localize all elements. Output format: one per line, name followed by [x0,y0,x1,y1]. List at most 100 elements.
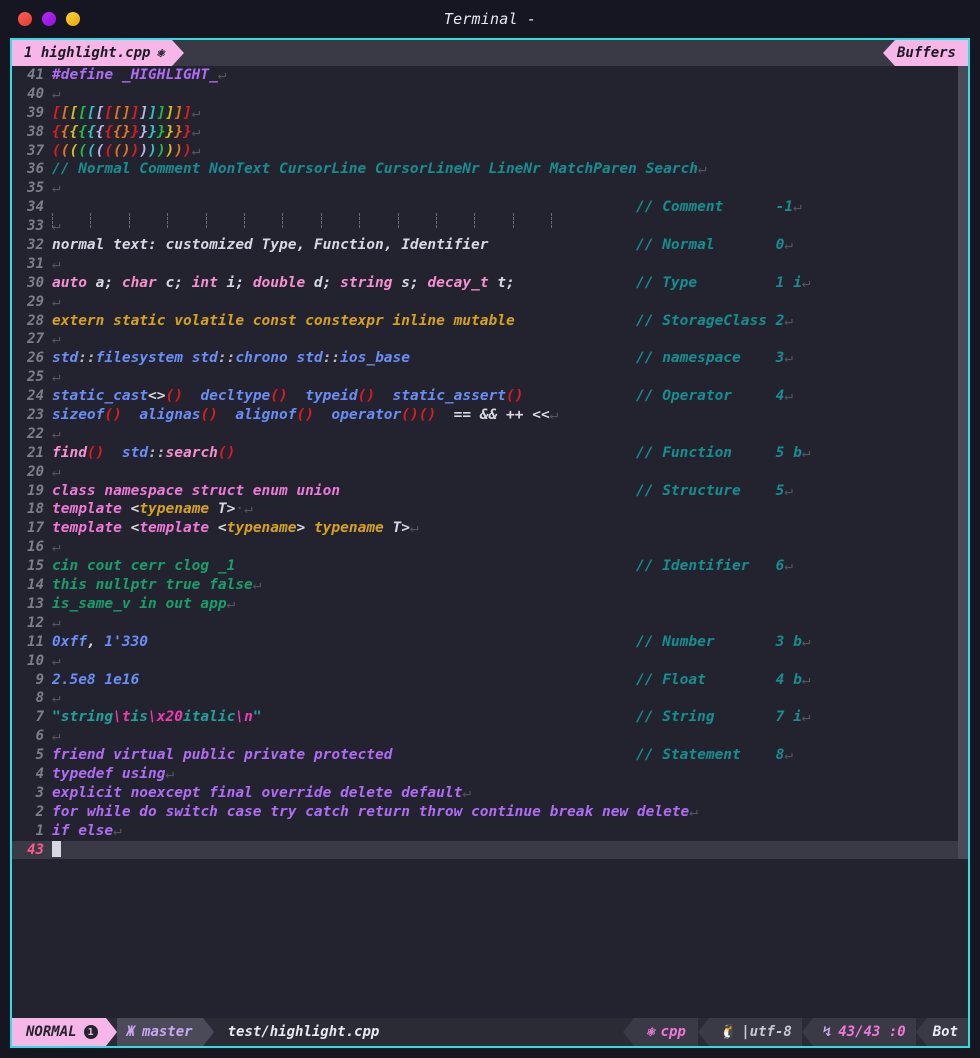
editor-line[interactable]: 20 ↵ [12,463,968,482]
editor-line[interactable]: 27 ↵ [12,330,968,349]
line-number: 13 [27,595,44,612]
editor-line[interactable]: 24 static_cast<>() decltype() typeid() st… [12,387,968,406]
editor-line[interactable]: 39 [[[[[[[[]]]]]]]]↵ [12,104,968,123]
code-token: <> [148,388,166,405]
tab-label: 1 highlight.cpp [24,45,151,61]
code-token: [ [52,104,61,121]
code-token: [ [78,104,87,121]
editor-line[interactable]: 37 (((((((())))))))↵ [12,142,968,161]
status-position[interactable]: ↯ 43/43 :0 [812,1018,916,1046]
editor-line[interactable]: 26 std::filesystem std::chrono std::ios_b… [12,349,968,368]
close-window-button[interactable] [18,12,32,26]
editor-line[interactable]: 18 template <typename T>·↵ [12,500,968,519]
code-token: { [86,123,96,140]
code-token: ↵ [52,293,61,310]
maximize-window-button[interactable] [66,12,80,26]
code-token: ↵ [52,652,61,669]
code-token: static_cast [52,388,149,405]
editor-line[interactable]: 12 ↵ [12,614,968,633]
editor-line[interactable]: 8 ↵ [12,689,968,708]
status-git[interactable]: Ж master [116,1018,203,1046]
code-token: ↵ [113,822,122,839]
code-token: typename [139,501,210,518]
line-content: std::filesystem std::chrono std::ios_bas… [52,349,968,368]
editor-line[interactable]: 14 this nullptr true false↵ [12,576,968,595]
editor-scrollbar[interactable] [958,66,968,1018]
line-content: 0xff, 1'330 // Number 3 b↵ [52,633,968,652]
code-token: template [52,501,122,518]
line-content: ↵ [52,652,968,671]
eol-marker-icon: ↵ [784,350,794,367]
code-token: ↵ [52,690,61,707]
editor-line[interactable]: 35 ↵ [12,179,968,198]
code-token: friend virtual public private protected [52,747,393,764]
editor-line[interactable]: 32 normal text: customized Type, Function… [12,236,968,255]
buffers-label-container[interactable]: Buffers [894,40,968,66]
scrollbar-thumb[interactable] [958,66,968,860]
editor-area[interactable]: 41 #define _HIGHLIGHT_↵ 40 ↵ 39[[[[[[[[]]]]]… [12,66,968,1018]
code-token: int [191,274,218,291]
editor-line[interactable]: 10 ↵ [12,652,968,671]
editor-line[interactable]: 41 #define _HIGHLIGHT_↵ [12,66,968,85]
editor-line[interactable]: 9 2.5e8 1e16 // Float 4 b↵ [12,671,968,690]
code-token: for while do switch case try catch retur… [52,803,690,820]
editor-line[interactable]: 7 "string\tis\x20italic\n" // String 7 i↵ [12,708,968,727]
code-token: ↵ [252,577,262,594]
status-arrow-1-icon [105,1018,117,1046]
code-token: ↵ [52,218,61,235]
editor-line[interactable]: 21 find() std::search()// Function 5 b↵ [12,444,968,463]
code-token: } [121,123,131,140]
editor-line[interactable]: 34 // Comment -1↵ [12,198,968,229]
code-token: () [86,444,105,461]
editor-line[interactable]: 6 ↵ [12,727,968,746]
code-token: ( [69,142,79,159]
editor-line[interactable]: 2 for while do switch case try catch retu… [12,803,968,822]
line-number: 15 [27,558,44,575]
tab-highlight-cpp[interactable]: 1 highlight.cpp ⚛ [12,40,173,66]
code-token: "string [52,709,114,726]
code-token: ↵ [52,255,61,272]
editor-line[interactable]: 23 sizeof() alignas() alignof() operator(… [12,406,968,425]
editor-line[interactable]: 11 0xff, 1'330 // Number 3 b↵ [12,633,968,652]
editor-line[interactable]: 38 {{{{{{{{}}}}}}}}↵ [12,123,968,142]
editor-line[interactable]: 1 if else↵ [12,822,968,841]
eol-marker-icon: ↵ [784,747,794,764]
editor-line[interactable]: 16 ↵ [12,538,968,557]
editor-line[interactable]: 5 friend virtual public private protected… [12,746,968,765]
editor-line[interactable]: 29 ↵ [12,293,968,312]
code-token: ↵ [52,614,61,631]
line-comment: // Statement 8↵ [636,747,794,764]
editor-line[interactable]: 28 extern static volatile const constexpr… [12,312,968,331]
editor-line[interactable]: 36 // Normal Comment NonText CursorLine C… [12,160,968,179]
status-mode-badge: 1 [83,1025,98,1039]
minimize-window-button[interactable] [42,12,56,26]
code-token: d; [305,274,341,291]
code-token: filesystem [95,350,192,367]
status-encoding[interactable]: 🐧 |utf-8 [708,1018,802,1046]
editor-line[interactable]: 25 ↵ [12,368,968,387]
editor-line[interactable]: 19 class namespace struct enum union // St… [12,482,968,501]
line-number: 2 [35,803,44,820]
line-number: 10 [27,652,44,669]
line-comment: // Float 4 b↵ [636,671,811,688]
editor-line[interactable]: 4 typedef using↵ [12,765,968,784]
editor-line[interactable]: 22 ↵ [12,425,968,444]
editor-line[interactable]: 31 ↵ [12,255,968,274]
editor-line[interactable]: 30 auto a; char c; int i; double d; strin… [12,274,968,293]
code-token: ↵ [191,142,201,159]
editor-line[interactable]: 13 is_same_v in out app↵ [12,595,968,614]
editor-line[interactable]: 3 explicit noexcept final override delete… [12,784,968,803]
cursor-line[interactable]: 43 [12,840,968,860]
editor-line[interactable]: 40 ↵ [12,85,968,104]
line-number: 30 [27,274,44,291]
code-token: } [148,123,157,140]
editor-line[interactable]: 33 ↵ [12,217,968,236]
status-filepath-label: test/highlight.cpp [227,1024,380,1040]
editor-line[interactable]: 17 template <template <typename> typename… [12,519,968,538]
editor-line[interactable]: 15 cin cout cerr clog _1 // Identifier 6↵ [12,557,968,576]
status-filetype[interactable]: ⚛ cpp [634,1018,698,1046]
code-token: ↵ [689,803,699,820]
code-token: double [252,274,306,291]
code-token: cin cout cerr clog _1 [52,558,236,575]
line-number: 6 [35,728,44,745]
